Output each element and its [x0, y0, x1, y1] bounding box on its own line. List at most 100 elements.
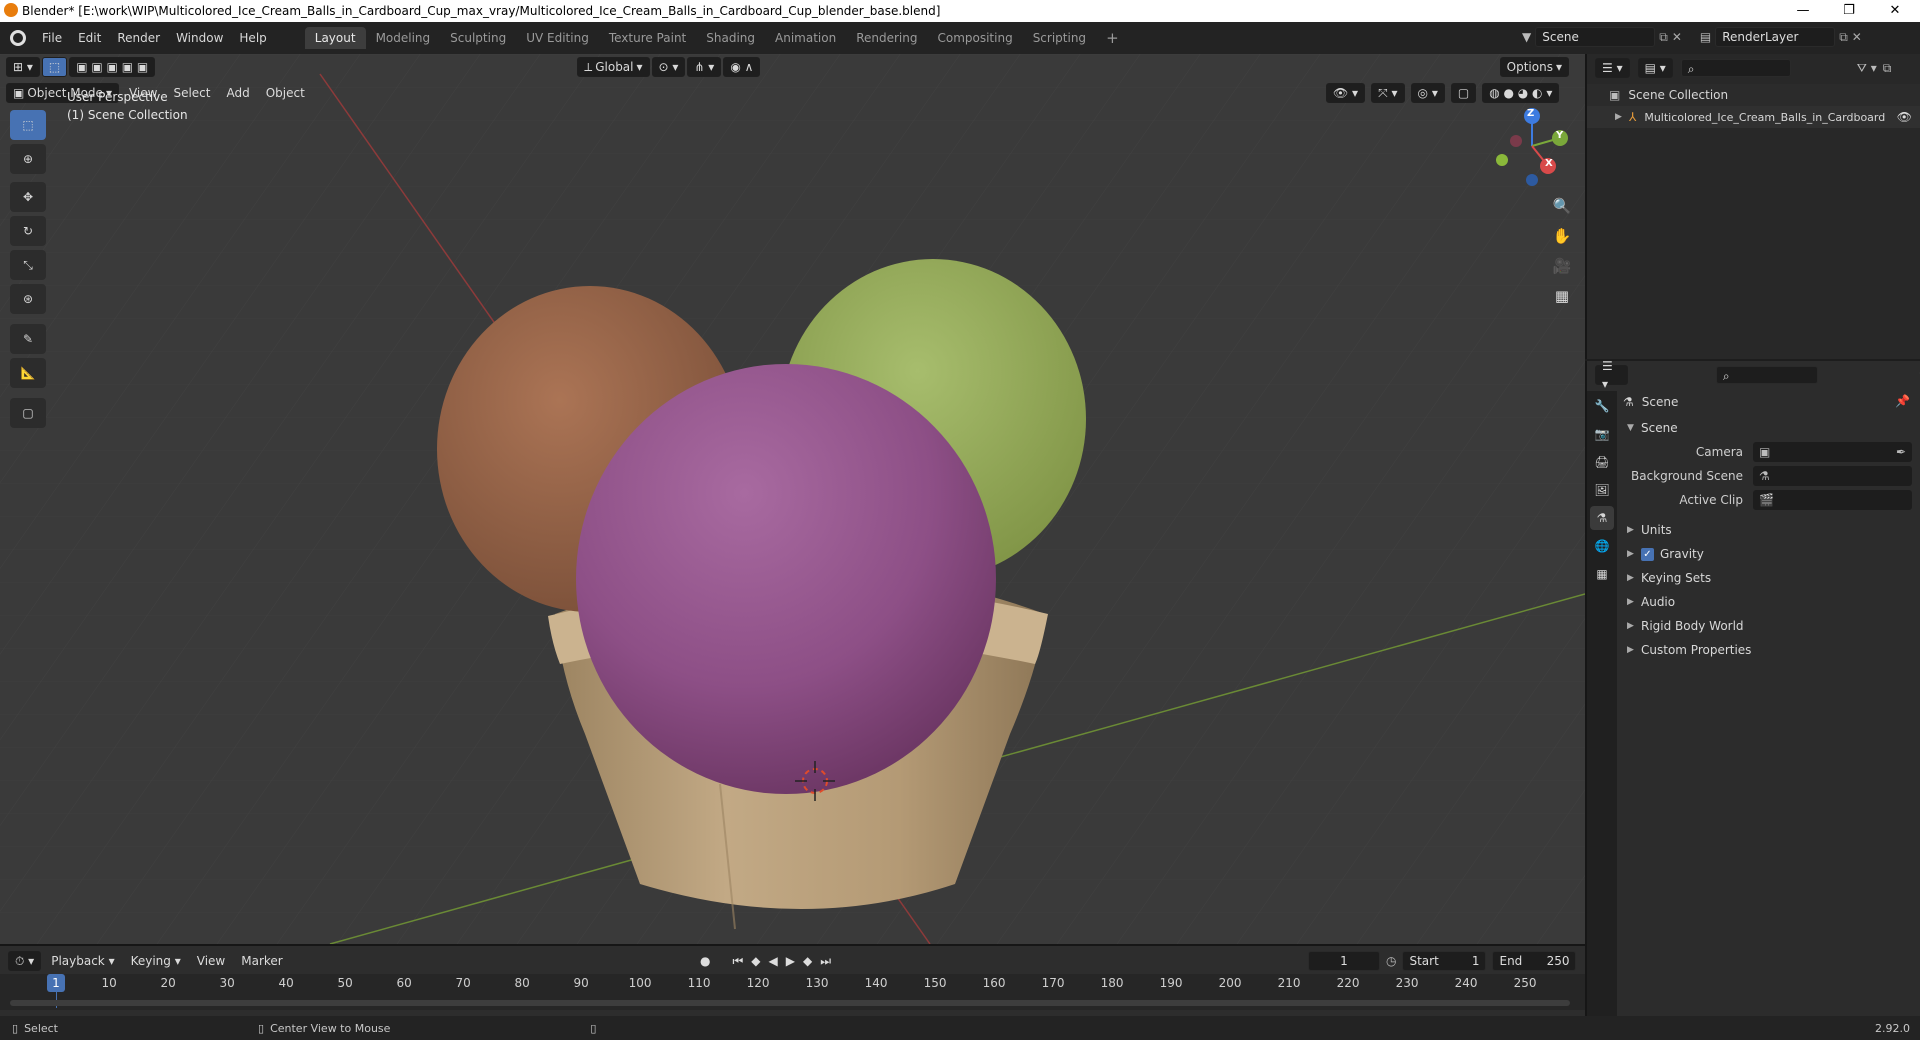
options-dropdown[interactable]: Options ▾	[1499, 57, 1569, 77]
gizmos-toggle-icon[interactable]: ⤧ ▾	[1371, 83, 1405, 103]
gravity-checkbox[interactable]: ✓	[1641, 547, 1654, 561]
tab-layout[interactable]: Layout	[304, 27, 366, 49]
playhead-frame-indicator[interactable]: 1	[47, 974, 65, 992]
add-workspace-button[interactable]: +	[1096, 25, 1129, 51]
timeline-menu-keying[interactable]: Keying ▾	[123, 954, 189, 968]
close-button[interactable]: ✕	[1872, 0, 1918, 22]
units-panel-header[interactable]: ▶ Units	[1617, 519, 1920, 541]
purple-ice-cream-ball[interactable]	[576, 364, 996, 794]
custom-properties-panel-header[interactable]: ▶ Custom Properties	[1617, 639, 1920, 661]
eyedropper-icon[interactable]: ✒	[1896, 445, 1906, 459]
view-layer-tab-icon[interactable]: 🖼	[1590, 478, 1614, 502]
select-box-tool-icon[interactable]: ⬚	[41, 57, 68, 77]
output-tab-icon[interactable]: 🖨	[1590, 450, 1614, 474]
visibility-filter-icon[interactable]: 👁 ▾	[1326, 83, 1366, 103]
menu-edit[interactable]: Edit	[70, 31, 109, 45]
blender-menu-icon[interactable]	[10, 30, 26, 46]
properties-editor-type-button[interactable]: ☰ ▾	[1595, 359, 1628, 391]
outliner-item[interactable]: Multicolored_Ice_Cream_Balls_in_Cardboar…	[1644, 111, 1885, 124]
scene-selector[interactable]: Scene	[1535, 27, 1656, 47]
tab-sculpting[interactable]: Sculpting	[440, 27, 516, 49]
timeline-menu-marker[interactable]: Marker	[233, 954, 290, 968]
tool-tab-icon[interactable]: 🔧	[1590, 394, 1614, 418]
transform-tool-icon[interactable]: ⊛	[10, 284, 46, 314]
scene-icon[interactable]: ▼	[1522, 30, 1531, 44]
menu-help[interactable]: Help	[231, 31, 274, 45]
tab-modeling[interactable]: Modeling	[366, 27, 441, 49]
viewport-menu-add[interactable]: Add	[218, 86, 257, 100]
scale-tool-icon[interactable]: ⤡	[10, 250, 46, 280]
new-collection-icon[interactable]: ⧉	[1883, 61, 1892, 76]
menu-render[interactable]: Render	[109, 31, 168, 45]
add-cube-tool-icon[interactable]: ▢	[10, 398, 46, 428]
new-view-layer-icon[interactable]: ⧉	[1839, 30, 1848, 45]
jump-end-icon[interactable]: ⏭	[820, 954, 831, 969]
ortho-grid-icon[interactable]: ▦	[1548, 282, 1576, 310]
camera-view-icon[interactable]: 🎥	[1548, 252, 1576, 280]
render-tab-icon[interactable]: 📷	[1590, 422, 1614, 446]
outliner-editor-type-button[interactable]: ☰ ▾	[1595, 58, 1630, 78]
world-tab-icon[interactable]: 🌐	[1590, 534, 1614, 558]
menu-window[interactable]: Window	[168, 31, 231, 45]
start-frame-input[interactable]: Start 1	[1402, 951, 1487, 971]
view-layer-icon[interactable]: ▤	[1700, 30, 1711, 44]
timeline-menu-playback[interactable]: Playback ▾	[43, 954, 122, 968]
prev-keyframe-icon[interactable]: ◆	[751, 954, 760, 968]
xray-toggle-icon[interactable]: ▢	[1450, 83, 1477, 103]
expand-arrow-icon[interactable]: ▶	[1615, 112, 1629, 122]
view-layer-selector[interactable]: RenderLayer	[1715, 27, 1836, 47]
current-frame-input[interactable]: 1	[1308, 951, 1380, 971]
timeline-menu-view[interactable]: View	[189, 954, 233, 968]
rigid-body-world-panel-header[interactable]: ▶ Rigid Body World	[1617, 615, 1920, 637]
measure-tool-icon[interactable]: 📐	[10, 358, 46, 388]
display-mode-button[interactable]: ▤ ▾	[1637, 58, 1673, 78]
timeline-editor-type-button[interactable]: ⏱ ▾	[8, 951, 42, 971]
selection-mode-buttons[interactable]: ▣ ▣ ▣ ▣ ▣	[69, 57, 156, 77]
next-keyframe-icon[interactable]: ◆	[803, 954, 812, 968]
texture-tab-icon[interactable]: ▦	[1590, 562, 1614, 586]
scene-tab-icon[interactable]: ⚗	[1590, 506, 1614, 530]
pin-icon[interactable]: 📌	[1895, 394, 1910, 408]
gravity-panel-header[interactable]: ▶ ✓ Gravity	[1617, 543, 1920, 565]
frame-ruler[interactable]: 1 10 20 30 40 50 60 70 80 90 100 110 120 130 140 150 16…	[0, 974, 1585, 1010]
keying-sets-panel-header[interactable]: ▶ Keying Sets	[1617, 567, 1920, 589]
new-scene-icon[interactable]: ⧉	[1659, 30, 1668, 45]
tab-compositing[interactable]: Compositing	[927, 27, 1022, 49]
zoom-icon[interactable]: 🔍	[1548, 192, 1576, 220]
overlays-toggle-icon[interactable]: ◎ ▾	[1410, 83, 1445, 103]
camera-field[interactable]: ▣ ✒	[1753, 442, 1912, 462]
minimize-button[interactable]: —	[1780, 0, 1826, 22]
viewport-canvas[interactable]	[0, 54, 1585, 944]
tab-scripting[interactable]: Scripting	[1023, 27, 1096, 49]
tab-animation[interactable]: Animation	[765, 27, 846, 49]
scene-section-header[interactable]: ▼ Scene	[1617, 417, 1920, 439]
background-scene-field[interactable]: ⚗	[1753, 466, 1912, 486]
properties-search-input[interactable]: ⌕	[1715, 366, 1818, 384]
snap-button[interactable]: ⋔ ▾	[687, 57, 722, 77]
jump-start-icon[interactable]: ⏮	[732, 954, 743, 969]
move-tool-icon[interactable]: ✥	[10, 182, 46, 212]
editor-type-button[interactable]: ⊞ ▾	[6, 57, 40, 77]
tab-shading[interactable]: Shading	[696, 27, 765, 49]
transform-orientation-dropdown[interactable]: ⟂ Global ▾	[577, 57, 650, 77]
maximize-button[interactable]: ❐	[1826, 0, 1872, 22]
menu-file[interactable]: File	[34, 31, 70, 45]
tab-texture-paint[interactable]: Texture Paint	[599, 27, 696, 49]
pan-hand-icon[interactable]: ✋	[1548, 222, 1576, 250]
filter-icon[interactable]: ⛛ ▾	[1857, 61, 1877, 76]
rotate-tool-icon[interactable]: ↻	[10, 216, 46, 246]
record-icon[interactable]: ●	[700, 954, 710, 968]
tab-rendering[interactable]: Rendering	[846, 27, 927, 49]
audio-panel-header[interactable]: ▶ Audio	[1617, 591, 1920, 613]
cursor-tool-icon[interactable]: ⊕	[10, 144, 46, 174]
timeline-scrollbar[interactable]	[10, 1000, 1570, 1006]
proportional-edit-button[interactable]: ◉ ∧	[723, 57, 761, 77]
play-reverse-icon[interactable]: ◀	[769, 954, 778, 968]
viewport-menu-select[interactable]: Select	[165, 86, 218, 100]
pivot-point-button[interactable]: ⊙ ▾	[651, 57, 686, 77]
outliner-search-input[interactable]: ⌕	[1680, 59, 1791, 77]
select-tool-icon[interactable]: ⬚	[10, 110, 46, 140]
end-frame-input[interactable]: End 250	[1492, 951, 1577, 971]
scene-collection-label[interactable]: Scene Collection	[1628, 88, 1728, 102]
tab-uv-editing[interactable]: UV Editing	[516, 27, 599, 49]
